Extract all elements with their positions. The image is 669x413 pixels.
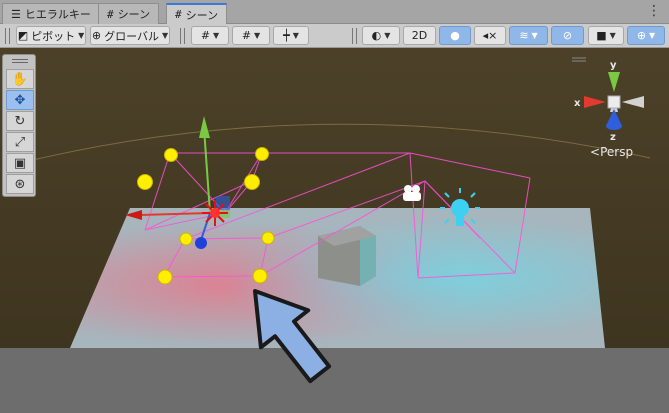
sphere-shading-icon: ◐	[371, 29, 382, 42]
toolbar-grip[interactable]	[180, 28, 185, 44]
tab-hierarchy-label: ヒエラルキー	[24, 8, 91, 21]
gizmo-x-label: x	[574, 98, 581, 109]
visibility-toggle-button[interactable]: ⊘	[551, 26, 584, 45]
list-icon: ☰	[11, 7, 21, 21]
eye-off-icon: ⊘	[562, 29, 573, 42]
2d-toggle-label: 2D	[411, 29, 428, 42]
grid-snap-dropdown[interactable]: # ▼	[191, 26, 229, 45]
scene-toolbar: ◩ ピボット ▼ ⊕ グローバル ▼ # ▼ # ▼ ┿ ▼ ◐ ▼ 2D ● …	[0, 24, 669, 48]
rotate-icon: ↻	[14, 113, 26, 129]
chevron-down-icon: ▼	[292, 31, 299, 40]
gizmos-dropdown[interactable]: ⊕ ▼	[627, 26, 665, 45]
pivot-icon: ◩	[17, 29, 29, 42]
lighting-toggle-button[interactable]: ●	[439, 26, 471, 45]
chevron-down-icon: ▼	[213, 31, 220, 40]
persp-label: Persp	[600, 145, 634, 159]
back-chevron-icon: <	[590, 145, 601, 159]
effects-icon: ≋	[519, 29, 529, 42]
scene-viewport[interactable]	[0, 48, 669, 413]
move-arrows-icon: ✥	[14, 92, 26, 108]
tab-bar: ☰ ヒエラルキー # シーン # シーン ⋮	[0, 0, 669, 24]
pivot-label: ピボット	[31, 29, 76, 43]
rect-tool-button[interactable]: ▣	[6, 153, 34, 173]
grid-icon: #	[175, 8, 182, 21]
camera-dropdown[interactable]: ■ ▼	[588, 26, 624, 45]
more-menu-icon[interactable]: ⋮	[647, 4, 661, 18]
palette-grip[interactable]	[12, 59, 28, 63]
gizmo-z-label: z	[610, 132, 616, 143]
camera-icon: ■	[596, 29, 607, 42]
toolbar-grip[interactable]	[352, 28, 357, 44]
transform-tool-button[interactable]: ⊛	[6, 174, 34, 194]
global-label: グローバル	[104, 29, 159, 43]
effects-dropdown[interactable]: ≋ ▼	[509, 26, 548, 45]
chevron-down-icon: ▼	[384, 31, 391, 40]
scale-tool-button[interactable]: ⤢	[6, 132, 34, 152]
globe-icon: ⊕	[91, 29, 102, 42]
hand-icon: ✋	[11, 71, 29, 87]
chevron-down-icon: ▼	[254, 31, 261, 40]
grid-icon: #	[107, 7, 114, 21]
tab-scene-1[interactable]: # シーン	[98, 3, 160, 24]
shading-mode-dropdown[interactable]: ◐ ▼	[362, 26, 400, 45]
tab-scene-2-label: シーン	[185, 8, 219, 22]
tab-hierarchy[interactable]: ☰ ヒエラルキー	[2, 3, 100, 24]
speaker-mute-icon: ◂×	[482, 29, 498, 42]
scene-canvas	[0, 48, 669, 413]
grid-snap-icon: #	[200, 29, 211, 42]
rotate-tool-button[interactable]: ↻	[6, 111, 34, 131]
chevron-down-icon: ▼	[609, 31, 616, 40]
hand-tool-button[interactable]: ✋	[6, 69, 34, 89]
toolbar-grip[interactable]	[5, 28, 10, 44]
increment-snap-dropdown[interactable]: # ▼	[232, 26, 270, 45]
audio-toggle-button[interactable]: ◂×	[474, 26, 506, 45]
tab-scene-1-label: シーン	[117, 8, 151, 21]
move-tool-button[interactable]: ✥	[6, 90, 34, 110]
ruler-dropdown[interactable]: ┿ ▼	[273, 26, 309, 45]
gizmo-globe-icon: ⊕	[636, 29, 647, 42]
tool-palette: ✋ ✥ ↻ ⤢ ▣ ⊛	[2, 54, 36, 197]
light-bulb-icon: ●	[450, 29, 460, 42]
ruler-icon: ┿	[283, 29, 290, 42]
snap-icon: #	[241, 29, 252, 42]
scale-icon: ⤢	[14, 134, 26, 150]
gizmo-y-label: y	[610, 60, 617, 71]
transform-icon: ⊛	[14, 176, 26, 192]
pivot-dropdown[interactable]: ◩ ピボット ▼	[16, 26, 86, 45]
chevron-down-icon: ▼	[78, 31, 85, 40]
chevron-down-icon: ▼	[531, 31, 538, 40]
chevron-down-icon: ▼	[161, 31, 169, 40]
global-dropdown[interactable]: ⊕ グローバル ▼	[90, 26, 170, 45]
chevron-down-icon: ▼	[649, 31, 656, 40]
projection-toggle[interactable]: <Persp	[590, 145, 633, 159]
tab-scene-2[interactable]: # シーン	[166, 3, 228, 24]
rect-icon: ▣	[13, 155, 27, 171]
2d-toggle-button[interactable]: 2D	[403, 26, 436, 45]
